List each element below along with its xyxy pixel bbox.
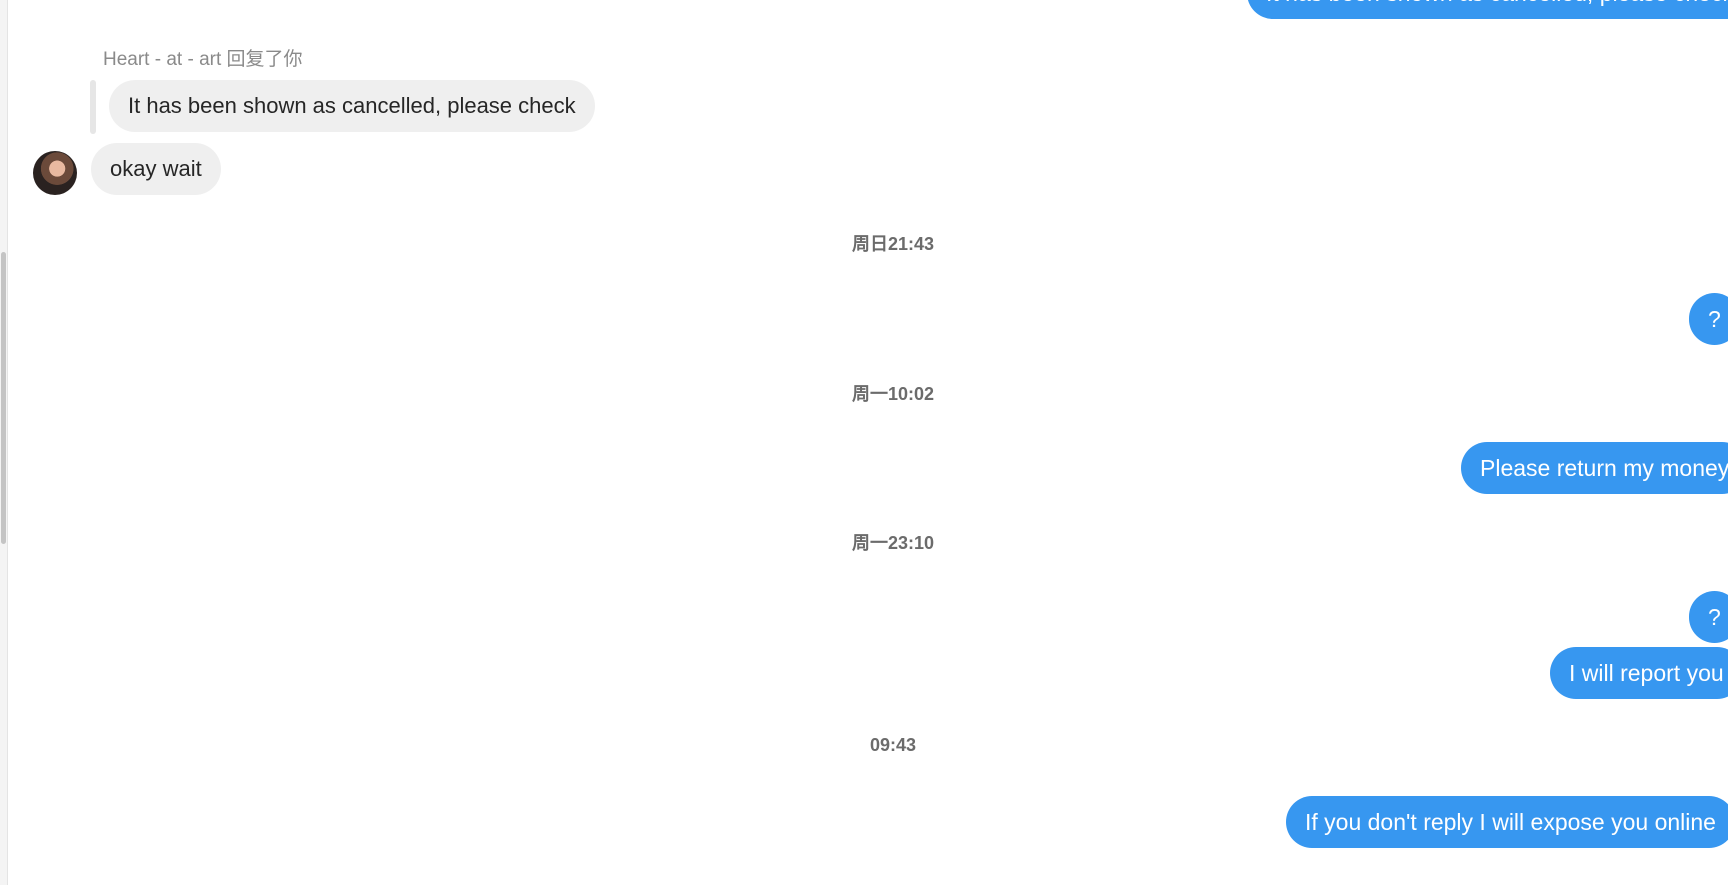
timestamp: 周一23:10 xyxy=(851,533,935,553)
quoted-message[interactable]: It has been shown as cancelled, please c… xyxy=(109,80,595,132)
message-outgoing[interactable]: Please return my money xyxy=(1461,442,1728,494)
timestamp: 周一10:02 xyxy=(851,384,935,404)
message-outgoing-partial[interactable]: It has been shown as cancelled, please c… xyxy=(1247,0,1728,19)
sender-avatar[interactable] xyxy=(33,151,77,195)
reply-label: Heart - at - art 回复了你 xyxy=(103,49,303,70)
message-outgoing[interactable]: I will report you xyxy=(1550,647,1728,699)
timestamp: 09:43 xyxy=(869,735,917,755)
reply-bar xyxy=(90,80,96,134)
message-outgoing[interactable]: ? xyxy=(1689,293,1728,345)
message-outgoing[interactable]: ? xyxy=(1689,591,1728,643)
message-incoming[interactable]: okay wait xyxy=(91,143,221,195)
timestamp: 周日21:43 xyxy=(851,234,935,254)
message-outgoing[interactable]: If you don't reply I will expose you onl… xyxy=(1286,796,1728,848)
